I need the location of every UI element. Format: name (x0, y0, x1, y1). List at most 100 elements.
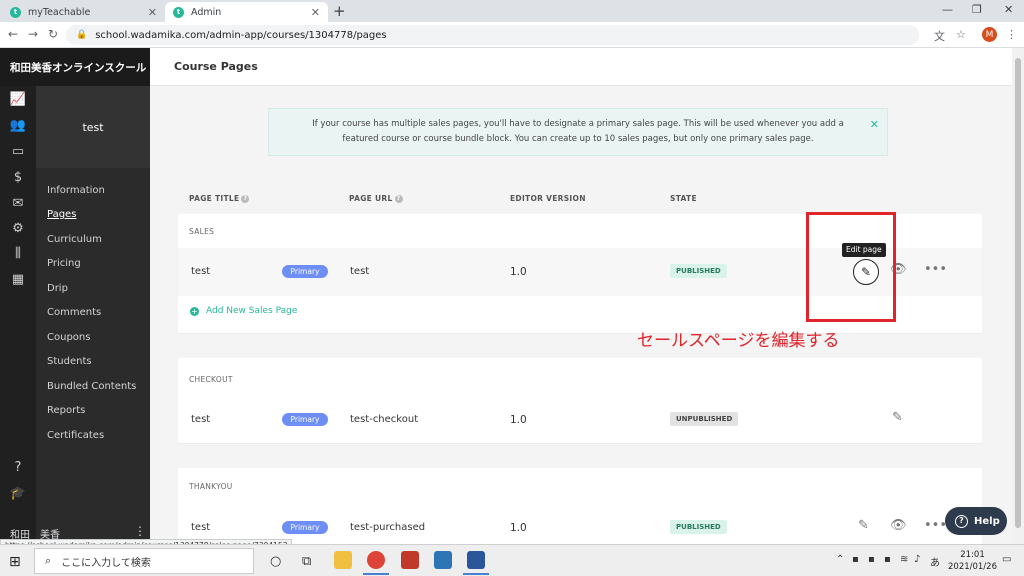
tab-close-icon[interactable]: ✕ (148, 6, 157, 19)
analytics-icon[interactable]: 📈 (8, 92, 28, 110)
back-icon[interactable]: ← (8, 27, 18, 41)
new-tab-icon[interactable]: + (333, 2, 346, 20)
section-label: CHECKOUT (189, 375, 233, 384)
wifi-icon[interactable]: ≋ (900, 554, 908, 565)
page-url-cell: test-purchased (350, 522, 426, 533)
user-menu-dots-icon[interactable]: ⋮ (134, 524, 146, 538)
task-view-icon[interactable]: ⧉ (302, 554, 311, 569)
settings-gear-icon[interactable]: ⚙ (8, 221, 28, 239)
page-scrollbar[interactable] (1012, 48, 1024, 544)
library-icon[interactable]: ⫼ (8, 246, 28, 264)
app-icon[interactable] (401, 551, 419, 569)
file-explorer-icon[interactable] (334, 551, 352, 569)
tab-close-icon[interactable]: ✕ (311, 6, 320, 19)
url-text: school.wadamika.com/admin-app/courses/13… (95, 29, 387, 41)
help-icon[interactable]: ? (241, 195, 250, 203)
tray-app-icon[interactable]: ▪ (868, 554, 875, 565)
forward-icon[interactable]: → (28, 27, 38, 41)
volume-icon[interactable]: ♪ (914, 554, 920, 565)
tab-label: Admin (191, 6, 222, 18)
edit-page-icon[interactable]: ✎ (892, 410, 903, 425)
scrollbar-thumb[interactable] (1015, 58, 1021, 528)
tray-chevron-icon[interactable]: ⌃ (836, 554, 844, 565)
taskbar-search-box[interactable]: ⌕ ここに入力して検索 (34, 548, 254, 574)
column-header-state: STATE (670, 194, 697, 203)
url-field[interactable]: 🔒 school.wadamika.com/admin-app/courses/… (66, 25, 919, 45)
sidebar-item-pages[interactable]: Pages (47, 209, 76, 220)
more-options-icon[interactable]: ••• (924, 262, 947, 277)
primary-badge: Primary (282, 265, 328, 278)
windows-start-icon[interactable]: ⊞ (9, 554, 21, 570)
tray-app-icon[interactable]: ▪ (884, 554, 891, 565)
primary-badge: Primary (282, 413, 328, 426)
chrome-icon[interactable] (363, 551, 389, 575)
minimize-icon[interactable]: — (942, 3, 953, 16)
teachable-favicon-icon: t (173, 6, 184, 18)
sidebar-item-bundled-contents[interactable]: Bundled Contents (47, 381, 136, 392)
annotation-highlight-box (806, 212, 896, 322)
search-placeholder: ここに入力して検索 (61, 557, 151, 569)
star-icon[interactable]: ☆ (956, 28, 966, 41)
taskbar: ⊞ ⌕ ここに入力して検索 ○ ⧉ ⌃ ▪ ▪ ▪ ≋ ♪ あ 21:01 20… (0, 544, 1024, 576)
menu-dots-icon[interactable]: ⋮ (1006, 28, 1017, 41)
tab-admin[interactable]: t Admin ✕ (165, 2, 328, 22)
browser-tab-bar: t myTeachable ✕ t Admin ✕ + — ❐ ✕ (0, 0, 1024, 22)
add-new-sales-page-link[interactable]: + Add New Sales Page (190, 306, 297, 316)
annotation-text: セールスページを編集する (637, 331, 840, 351)
school-brand[interactable]: 和田美香オンラインスクール (0, 48, 150, 86)
clock-time: 21:01 (960, 550, 985, 560)
sidebar-item-pricing[interactable]: Pricing (47, 258, 81, 269)
ime-indicator[interactable]: あ (930, 554, 940, 569)
editor-version-cell: 1.0 (510, 522, 527, 534)
course-name: test (36, 86, 150, 168)
sidebar-item-coupons[interactable]: Coupons (47, 332, 90, 343)
help-icon[interactable]: ? (394, 195, 403, 203)
notification-icon[interactable]: ▭ (1002, 554, 1011, 565)
status-badge: PUBLISHED (670, 520, 727, 534)
lock-icon: 🔒 (76, 30, 88, 40)
tab-myteachable[interactable]: t myTeachable ✕ (2, 2, 165, 22)
sidebar-item-drip[interactable]: Drip (47, 283, 68, 294)
cortana-icon[interactable]: ○ (270, 554, 281, 569)
info-notice: If your course has multiple sales pages,… (268, 108, 888, 156)
email-icon[interactable]: ✉ (8, 196, 28, 214)
window-close-icon[interactable]: ✕ (1004, 3, 1013, 16)
page-url-cell: test-checkout (350, 414, 419, 425)
courses-icon[interactable]: ▭ (8, 144, 28, 162)
page-title-cell[interactable]: test (191, 414, 210, 425)
profile-avatar[interactable]: M (982, 27, 997, 42)
sidebar-item-students[interactable]: Students (47, 356, 92, 367)
help-circle-icon[interactable]: ? (8, 460, 28, 478)
taskbar-clock[interactable]: 21:01 2021/01/26 (948, 549, 997, 573)
sidebar-item-curriculum[interactable]: Curriculum (47, 234, 102, 245)
preview-eye-icon[interactable]: 👁 (890, 518, 907, 533)
sidebar-item-certificates[interactable]: Certificates (47, 430, 104, 441)
sidebar-item-reports[interactable]: Reports (47, 405, 85, 416)
reload-icon[interactable]: ↻ (48, 27, 58, 41)
column-header-editor: EDITOR VERSION (510, 194, 586, 203)
page-title-cell[interactable]: test (191, 266, 210, 277)
teachable-favicon-icon: t (10, 6, 21, 18)
search-icon: ⌕ (45, 554, 52, 567)
tray-app-icon[interactable]: ▪ (852, 554, 859, 565)
table-row[interactable]: test Primary test-purchased 1.0 PUBLISHE… (178, 504, 982, 544)
table-row[interactable]: test Primary test-checkout 1.0 UNPUBLISH… (178, 396, 982, 444)
app-icon[interactable] (434, 551, 452, 569)
edit-page-icon[interactable]: ✎ (858, 518, 869, 533)
notice-close-icon[interactable]: ✕ (870, 117, 879, 132)
sidebar-item-comments[interactable]: Comments (47, 307, 101, 318)
help-button[interactable]: ? Help (945, 507, 1007, 535)
word-icon[interactable] (463, 551, 489, 575)
more-options-icon[interactable]: ••• (924, 518, 947, 533)
calendar-icon[interactable]: ▦ (8, 272, 28, 290)
restore-icon[interactable]: ❐ (972, 3, 982, 16)
page-title-cell[interactable]: test (191, 522, 210, 533)
users-icon[interactable]: 👥 (8, 118, 28, 136)
status-badge: PUBLISHED (670, 264, 727, 278)
section-label: SALES (189, 227, 215, 236)
translate-icon[interactable]: 文 (934, 28, 945, 44)
sidebar-item-information[interactable]: Information (47, 185, 105, 196)
sales-icon[interactable]: $ (8, 170, 28, 188)
graduation-cap-icon[interactable]: 🎓 (8, 486, 28, 504)
column-header-title: PAGE TITLE? (189, 194, 250, 203)
